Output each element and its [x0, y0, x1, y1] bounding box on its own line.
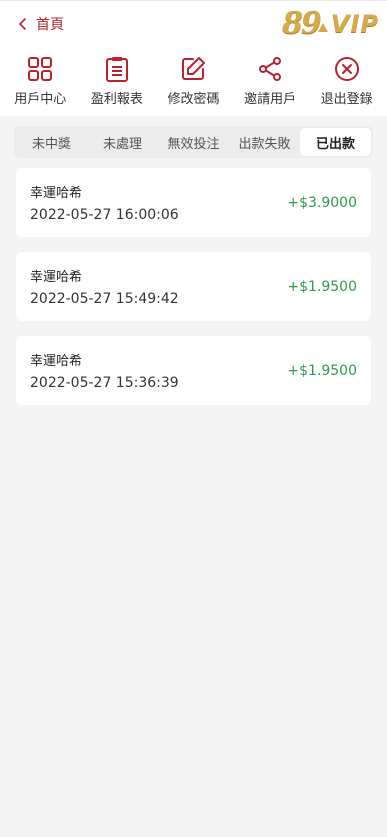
list-item[interactable]: 幸運哈希 2022-05-27 16:00:06 +$3.9000 — [16, 168, 371, 237]
nav-label: 用戶中心 — [14, 91, 67, 107]
record-time: 2022-05-27 15:49:42 — [30, 291, 179, 307]
record-time: 2022-05-27 16:00:06 — [30, 207, 179, 223]
nav-label: 盈利報表 — [90, 91, 143, 107]
record-amount: +$1.9500 — [287, 362, 357, 379]
clipboard-icon — [105, 56, 128, 82]
record-time: 2022-05-27 15:36:39 — [30, 375, 179, 391]
tab-invalid-bets[interactable]: 無效投注 — [158, 128, 229, 156]
edit-icon — [182, 56, 206, 80]
status-tabs: 未中獎 未處理 無效投注 出款失敗 已出款 — [14, 126, 373, 158]
nav-item-logout[interactable]: 退出登錄 — [308, 56, 385, 107]
list-item[interactable]: 幸運哈希 2022-05-27 15:36:39 +$1.9500 — [16, 336, 371, 405]
logo-triangle-icon — [317, 22, 328, 32]
close-circle-icon — [334, 56, 359, 81]
tab-payout-failed[interactable]: 出款失敗 — [229, 128, 300, 156]
record-game-name: 幸運哈希 — [30, 270, 83, 285]
back-button[interactable]: 首頁 — [16, 14, 64, 34]
tab-not-won[interactable]: 未中獎 — [16, 128, 87, 156]
nav-label: 退出登錄 — [320, 91, 373, 107]
record-amount: +$1.9500 — [287, 278, 357, 295]
status-tabs-wrap: 未中獎 未處理 無效投注 出款失敗 已出款 — [0, 116, 387, 158]
brand-logo: 89 VIP — [282, 4, 379, 44]
tab-unprocessed[interactable]: 未處理 — [87, 128, 158, 156]
nav-item-user-center[interactable]: 用戶中心 — [2, 56, 79, 107]
tab-paid-out[interactable]: 已出款 — [300, 128, 371, 156]
nav-label: 邀請用戶 — [244, 91, 297, 107]
record-list: 幸運哈希 2022-05-27 16:00:06 +$3.9000 幸運哈希 2… — [0, 158, 387, 405]
list-item[interactable]: 幸運哈希 2022-05-27 15:49:42 +$1.9500 — [16, 252, 371, 321]
chevron-left-icon — [19, 17, 26, 30]
logo-vip: VIP — [330, 9, 379, 38]
grid-icon — [28, 56, 53, 81]
header-bar: 首頁 89 VIP — [0, 0, 387, 46]
back-label: 首頁 — [36, 16, 64, 33]
top-nav: 用戶中心 盈利報表 修改密碼 邀請用戶 退出登錄 — [0, 46, 387, 116]
logo-number: 89 — [282, 6, 322, 41]
record-amount: +$3.9000 — [287, 194, 357, 211]
nav-label: 修改密碼 — [167, 91, 220, 107]
record-game-name: 幸運哈希 — [30, 354, 83, 369]
record-game-name: 幸運哈希 — [30, 186, 83, 201]
share-icon — [259, 56, 282, 81]
nav-item-invite-users[interactable]: 邀請用戶 — [232, 56, 309, 107]
nav-item-change-password[interactable]: 修改密碼 — [155, 56, 232, 107]
nav-item-profit-report[interactable]: 盈利報表 — [79, 56, 156, 107]
